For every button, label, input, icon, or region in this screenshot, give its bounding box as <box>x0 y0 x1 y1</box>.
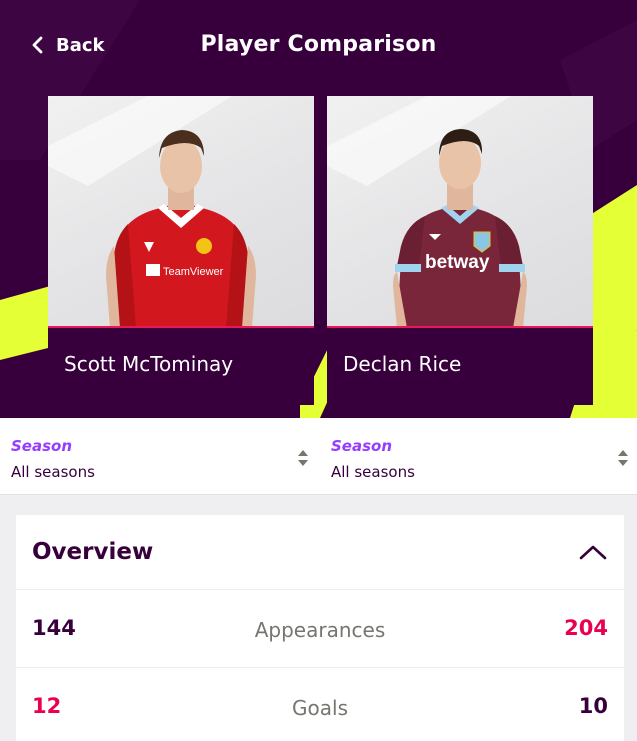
stat-value-right: 10 <box>578 694 608 718</box>
season-label: Season <box>11 437 73 455</box>
season-select-left[interactable]: Season All seasons <box>0 418 318 495</box>
sponsor-text-left: TeamViewer <box>163 266 224 278</box>
comparison-header: Back Player Comparison TeamViewer Scott … <box>0 0 637 418</box>
overview-header-toggle[interactable]: Overview <box>16 515 624 590</box>
stat-row-goals: 12 Goals 10 <box>16 668 624 741</box>
player-portrait-image: TeamViewer <box>48 96 256 326</box>
player-portrait-image: betway <box>327 96 527 326</box>
sort-arrows-icon <box>298 450 308 466</box>
player-card-right[interactable]: betway Declan Rice <box>327 96 593 405</box>
stat-value-right: 204 <box>564 616 608 640</box>
sort-arrows-icon <box>618 450 628 466</box>
season-selector-bar: Season All seasons Season All seasons <box>0 418 637 495</box>
stat-label: Goals <box>292 696 348 720</box>
stat-label: Appearances <box>254 618 386 642</box>
player-card-left[interactable]: TeamViewer Scott McTominay <box>48 96 314 405</box>
chevron-up-icon <box>579 545 607 560</box>
season-select-right[interactable]: Season All seasons <box>320 418 637 495</box>
season-value: All seasons <box>11 463 95 481</box>
player-photo-right: betway <box>327 96 593 328</box>
player-name-left: Scott McTominay <box>64 352 234 376</box>
season-label: Season <box>331 437 393 455</box>
player-name-right: Declan Rice <box>343 352 462 376</box>
stat-row-appearances: 144 Appearances 204 <box>16 590 624 668</box>
season-value: All seasons <box>331 463 415 481</box>
sponsor-text-right: betway <box>425 252 490 273</box>
overview-title: Overview <box>32 539 154 565</box>
page-title: Player Comparison <box>200 32 437 57</box>
overview-section: Overview 144 Appearances 204 12 Goals 10 <box>16 515 624 741</box>
player-photo-left: TeamViewer <box>48 96 314 328</box>
